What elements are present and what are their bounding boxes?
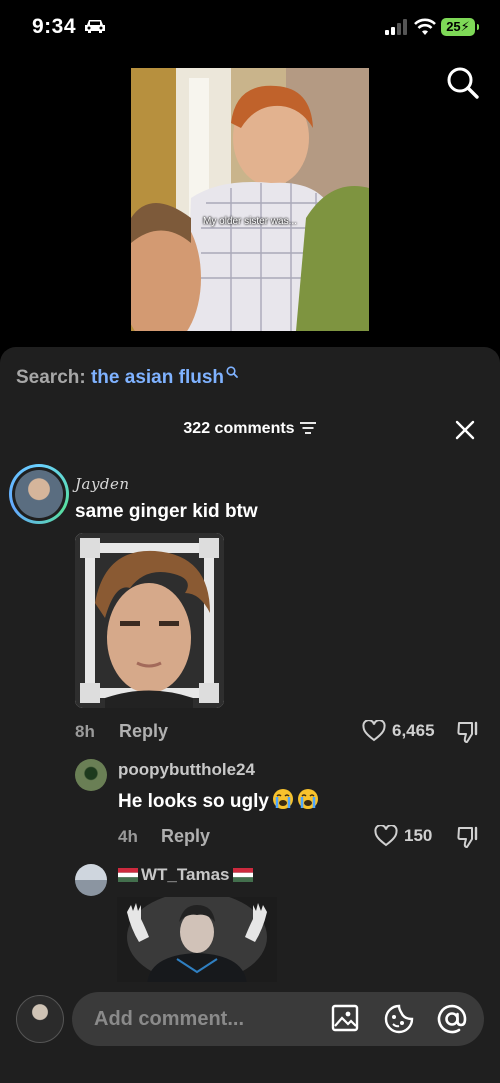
battery-indicator: 25⚡	[441, 18, 479, 36]
dislike-icon[interactable]	[457, 720, 479, 744]
heart-icon	[362, 720, 386, 742]
avatar[interactable]	[15, 470, 63, 518]
heart-icon	[374, 825, 398, 847]
reply-button[interactable]: Reply	[119, 721, 168, 742]
hungary-flag-icon	[232, 868, 253, 882]
hungary-flag-icon	[118, 868, 138, 882]
mention-icon[interactable]	[437, 1004, 467, 1034]
comment-username[interactable]: Jayden	[75, 475, 130, 493]
search-mini-icon	[226, 366, 238, 378]
crying-emoji-icon	[272, 789, 293, 809]
comment-composer	[0, 982, 500, 1083]
image-icon[interactable]	[331, 1004, 359, 1032]
sort-icon[interactable]	[299, 421, 317, 435]
reply-avatar[interactable]	[75, 759, 107, 791]
like-button[interactable]: 150	[374, 825, 432, 847]
reply-text-content: He looks so ugly	[118, 791, 269, 812]
signal-icon	[385, 19, 407, 35]
search-icon[interactable]	[446, 66, 480, 100]
reply-username: WT_Tamas	[141, 865, 230, 884]
close-icon[interactable]	[454, 419, 476, 441]
search-query-link[interactable]: the asian flush	[91, 367, 224, 388]
comment-time: 8h	[75, 722, 95, 741]
reply-username-row[interactable]: WT_Tamas	[118, 865, 253, 885]
like-count: 6,465	[392, 721, 435, 740]
reply-image[interactable]	[117, 897, 277, 987]
video-caption: My older sister was...	[203, 216, 297, 227]
sticker-icon[interactable]	[384, 1004, 414, 1034]
reply-photo	[117, 897, 277, 987]
battery-level: 25	[446, 19, 461, 34]
reply-username[interactable]: poopybutthole24	[118, 760, 255, 780]
reply-avatar[interactable]	[75, 864, 107, 896]
status-time: 9:34	[32, 15, 77, 38]
like-button[interactable]: 6,465	[362, 720, 435, 742]
add-comment-input[interactable]	[72, 992, 484, 1046]
video-frame	[131, 68, 369, 331]
comments-header: 322 comments	[0, 420, 500, 438]
search-suggestion[interactable]: Search: the asian flush	[16, 366, 238, 389]
car-icon	[85, 20, 105, 33]
wifi-icon	[414, 18, 436, 35]
status-bar: 9:34 25⚡	[0, 0, 500, 56]
reply-text: He looks so ugly	[118, 788, 319, 813]
reply-time: 4h	[118, 827, 138, 846]
my-avatar[interactable]	[16, 995, 64, 1043]
like-count: 150	[404, 826, 433, 845]
comments-panel: Search: the asian flush 322 comments Jay…	[0, 347, 500, 1083]
comment-image[interactable]	[75, 533, 224, 708]
reply-button[interactable]: Reply	[161, 826, 210, 847]
search-label: Search:	[16, 367, 86, 388]
comments-count: 322 comments	[183, 420, 295, 437]
dislike-icon[interactable]	[457, 825, 479, 849]
video-player[interactable]: My older sister was...	[131, 68, 369, 331]
comment-text: same ginger kid btw	[75, 501, 258, 522]
comment-photo	[75, 533, 224, 708]
crying-emoji-icon	[297, 789, 318, 809]
